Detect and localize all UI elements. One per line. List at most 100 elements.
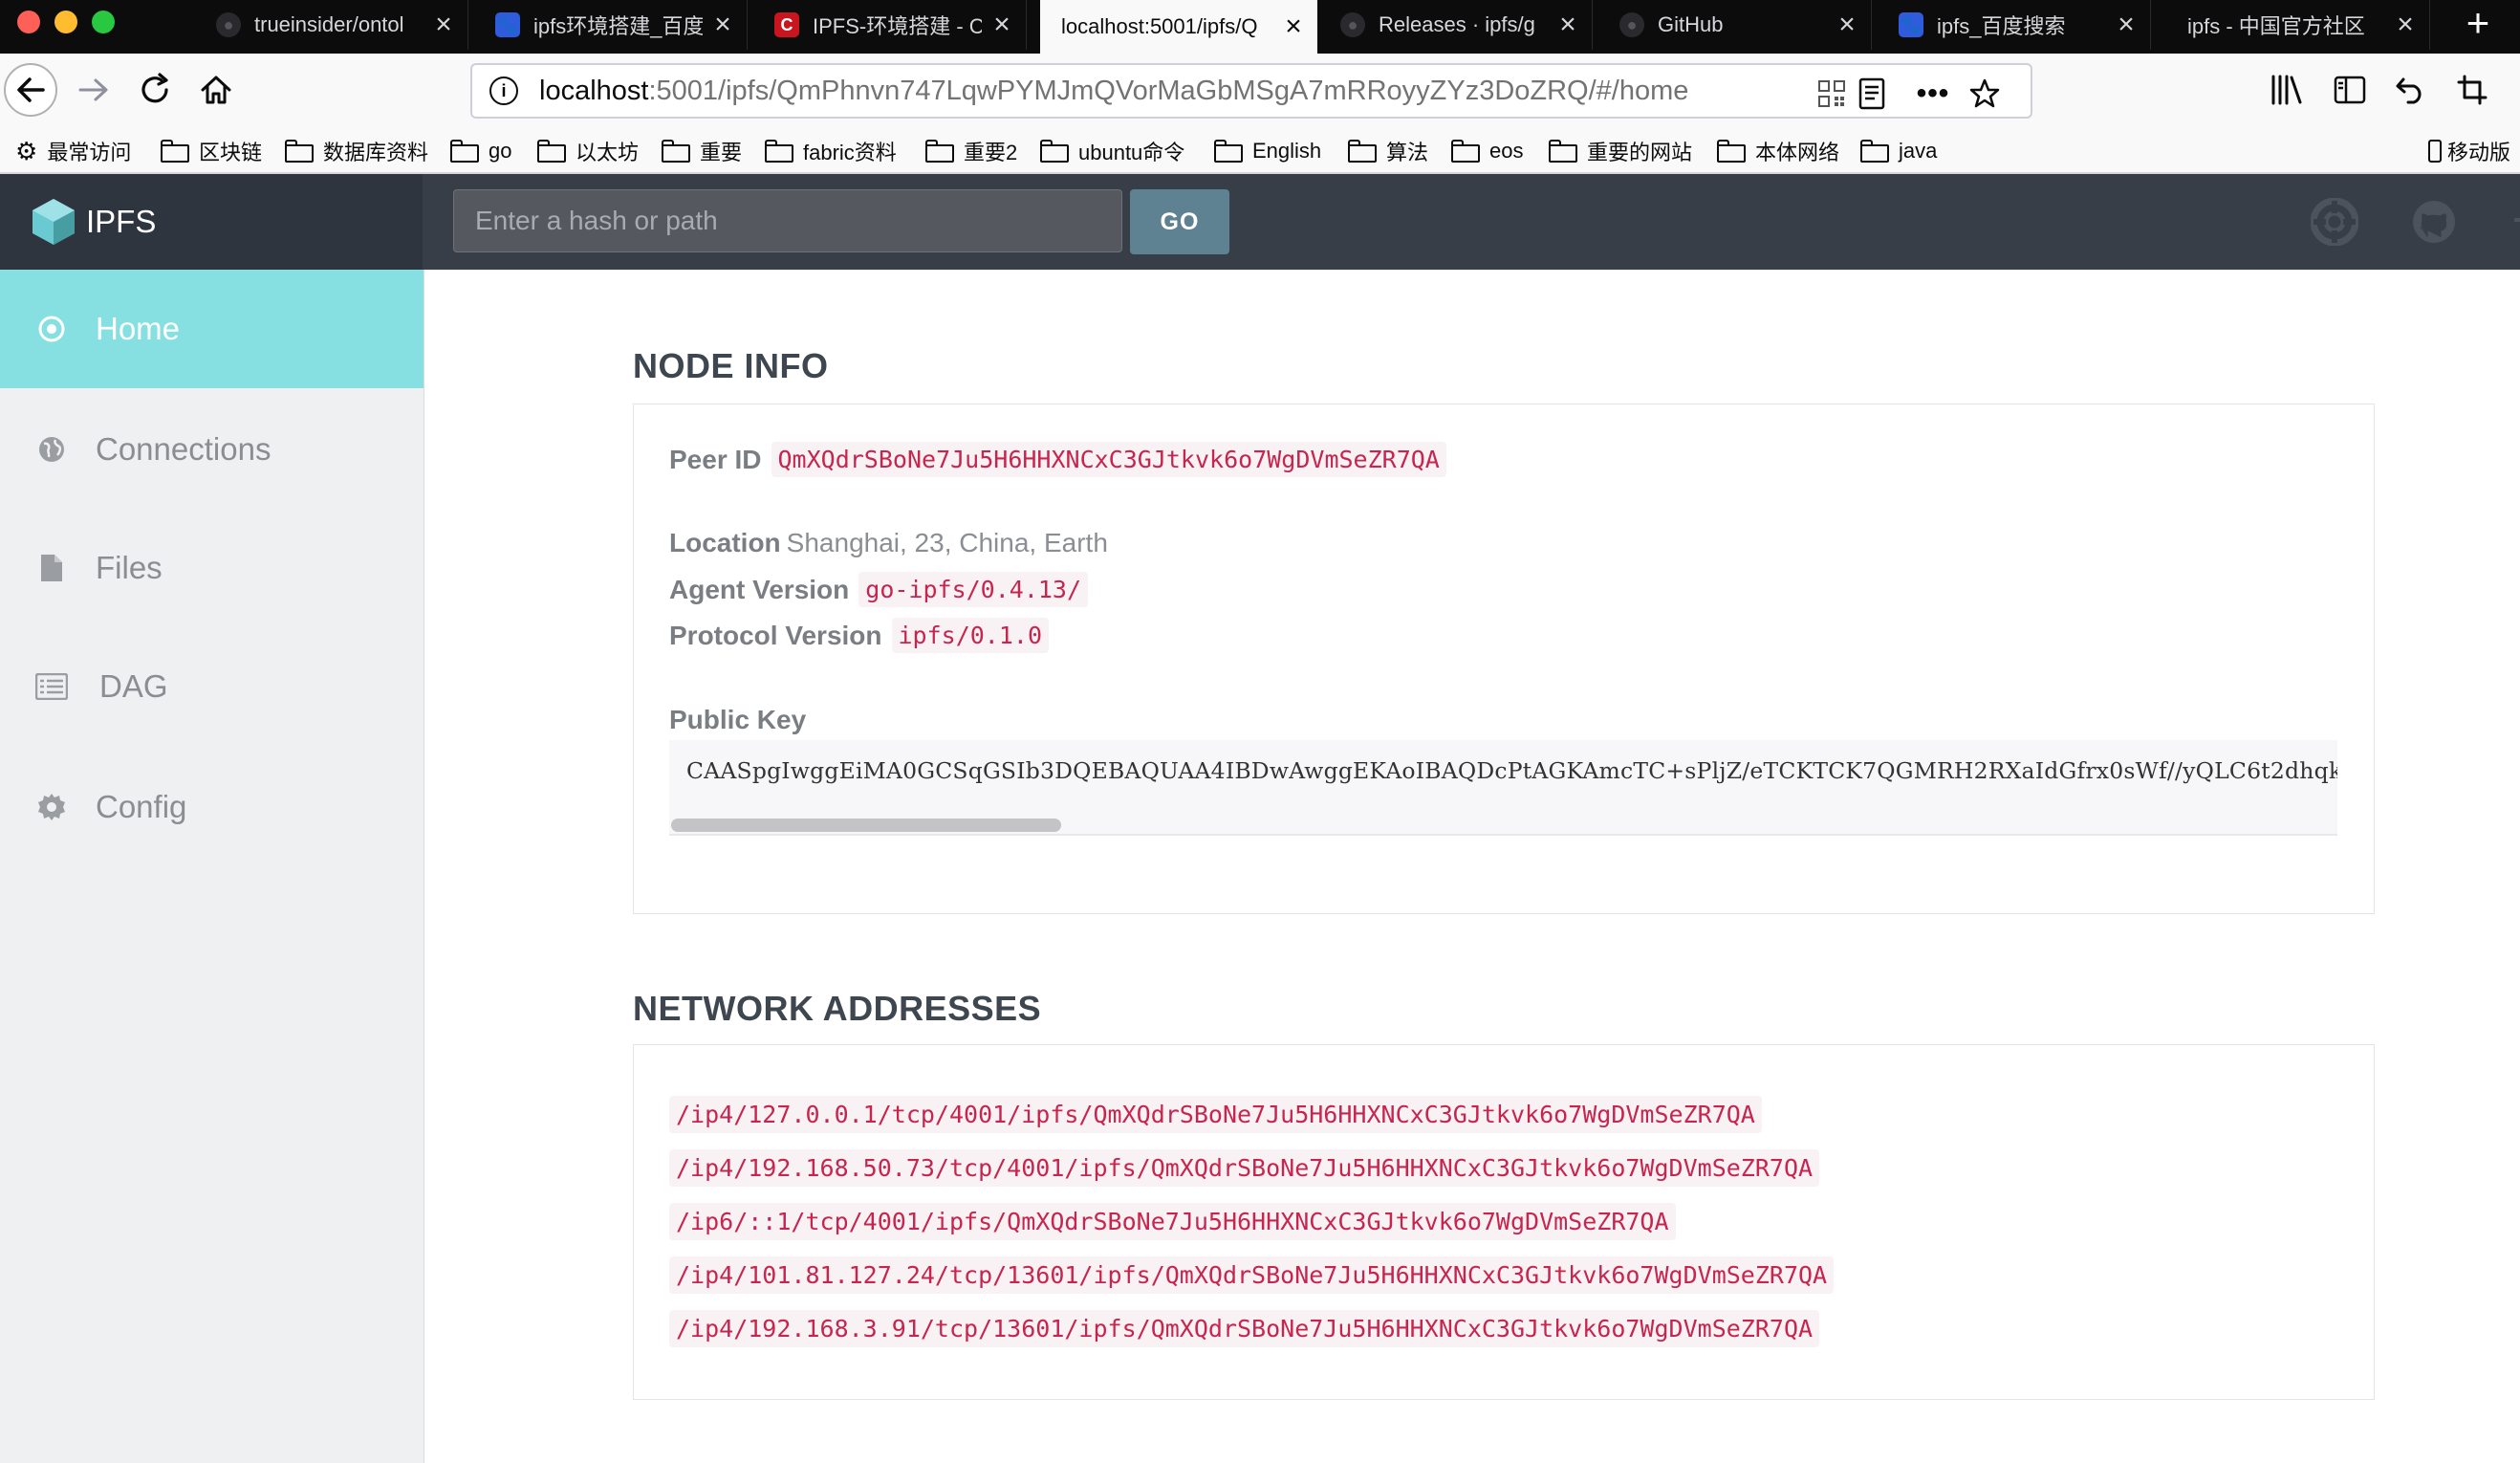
baidu-icon: 🐾 <box>1899 12 1923 37</box>
sidebar-item-label: DAG <box>99 668 168 704</box>
hash-path-input[interactable] <box>453 189 1122 252</box>
bookmark-folder[interactable]: 区块链 <box>161 134 262 168</box>
sidebar-item-files[interactable]: Files <box>0 509 424 627</box>
bookmark-label: go <box>489 139 512 163</box>
target-icon <box>33 310 71 348</box>
qr-code-icon[interactable] <box>1813 75 1851 113</box>
forward-arrow-icon <box>78 78 108 101</box>
bookmark-folder[interactable]: 算法 <box>1348 134 1428 168</box>
node-info-panel <box>633 404 2375 914</box>
node-info-title: NODE INFO <box>633 346 829 385</box>
url-text[interactable]: localhost:5001/ipfs/QmPhnvn747LqwPYMJmQV… <box>539 76 1688 107</box>
bookmark-folder[interactable]: 重要 <box>662 134 742 168</box>
close-icon[interactable]: × <box>1281 12 1306 41</box>
bookmark-label: 算法 <box>1386 141 1429 164</box>
gear-icon <box>33 788 71 826</box>
reader-view-icon[interactable] <box>1853 75 1891 113</box>
close-icon[interactable]: × <box>989 11 1014 39</box>
bookmark-folder[interactable]: 数据库资料 <box>285 134 428 168</box>
close-icon[interactable]: × <box>2393 11 2418 39</box>
folder-icon <box>1860 140 1889 163</box>
browser-tab-strip: ● trueinsider/ontol × 🐾 ipfs环境搭建_百度 × C … <box>0 0 2520 54</box>
protocol-version-row: Protocol Version ipfs/0.1.0 <box>669 618 1050 653</box>
library-button[interactable] <box>2258 61 2315 119</box>
url-path: :5001/ipfs/QmPhnvn747LqwPYMJmQVorMaGbMSg… <box>648 75 1689 106</box>
header-overflow-indicator <box>2514 218 2520 222</box>
undo-button[interactable] <box>2382 61 2440 119</box>
folder-icon <box>765 140 793 163</box>
sidebar-item-home[interactable]: Home <box>0 270 424 388</box>
tab-label: trueinsider/ontol <box>254 12 404 36</box>
close-icon[interactable]: × <box>431 11 456 39</box>
horizontal-scrollbar[interactable] <box>671 819 1061 832</box>
sidebar-item-config[interactable]: Config <box>0 748 424 866</box>
new-tab-button[interactable]: + <box>2449 2 2507 48</box>
browser-tab[interactable]: ipfs - 中国官方社区 × <box>2164 0 2430 50</box>
browser-tab[interactable]: 🐾 ipfs_百度搜索 × <box>1885 0 2151 50</box>
bookmark-folder[interactable]: go <box>450 134 511 168</box>
sidebar-item-label: Connections <box>96 431 272 467</box>
forward-button[interactable] <box>65 61 122 119</box>
bookmark-folder[interactable]: ubuntu命令 <box>1040 134 1184 168</box>
bookmark-label: 重要 <box>700 141 743 164</box>
peer-id-label: Peer ID <box>669 444 762 474</box>
browser-toolbar: i localhost:5001/ipfs/QmPhnvn747LqwPYMJm… <box>0 54 2520 130</box>
browser-tab[interactable]: C IPFS-环境搭建 - C × <box>761 0 1027 50</box>
browser-tab-active[interactable]: localhost:5001/ipfs/Q × <box>1040 0 1317 54</box>
ipfs-logo[interactable]: IPFS <box>0 174 423 270</box>
peer-id-value: QmXQdrSBoNe7Ju5H6HHXNCxC3GJtkvk6o7WgDVmS… <box>771 442 1446 477</box>
tab-label: ipfs_百度搜索 <box>1937 14 2066 38</box>
browser-tab[interactable]: ● GitHub × <box>1606 0 1872 50</box>
sidebar-item-dag[interactable]: DAG <box>0 627 424 746</box>
screenshot-button[interactable] <box>2444 61 2501 119</box>
bookmark-folder[interactable]: 以太坊 <box>537 134 639 168</box>
browser-tab[interactable]: 🐾 ipfs环境搭建_百度 × <box>482 0 748 50</box>
sidebar-toggle-button[interactable] <box>2321 61 2379 119</box>
page-actions-icon[interactable]: ••• <box>1914 75 1952 113</box>
bookmark-most-visited[interactable]: ⚙ 最常访问 <box>15 134 131 168</box>
bookmark-folder[interactable]: 本体网络 <box>1717 134 1839 168</box>
sidebar-item-connections[interactable]: Connections <box>0 390 424 509</box>
bookmark-folder[interactable]: eos <box>1451 134 1523 168</box>
back-button[interactable] <box>2 61 59 119</box>
zoom-window-button[interactable] <box>92 11 115 33</box>
go-button[interactable]: GO <box>1130 189 1229 254</box>
mobile-bookmarks[interactable]: 移动版 <box>2428 134 2510 168</box>
folder-icon <box>1451 140 1480 163</box>
bookmark-star-icon[interactable] <box>1966 75 2004 113</box>
reload-button[interactable] <box>126 61 184 119</box>
github-icon: ● <box>1340 12 1365 37</box>
github-icon[interactable] <box>2409 197 2459 247</box>
browser-tab[interactable]: ● trueinsider/ontol × <box>203 0 468 50</box>
close-icon[interactable]: × <box>1555 11 1580 39</box>
bookmark-label: 区块链 <box>199 141 263 164</box>
bookmark-folder[interactable]: java <box>1860 134 1937 168</box>
bookmark-label: java <box>1899 139 1938 163</box>
brand-name: IPFS <box>86 204 157 239</box>
sidebar-item-label: Config <box>96 789 187 824</box>
site-info-icon[interactable]: i <box>489 76 518 105</box>
close-window-button[interactable] <box>17 11 40 33</box>
ipfs-cube-icon <box>33 199 75 245</box>
browser-tab[interactable]: ● Releases · ipfs/g × <box>1327 0 1593 50</box>
network-address: /ip4/192.168.50.73/tcp/4001/ipfs/QmXQdrS… <box>669 1149 1820 1187</box>
url-bar[interactable]: i localhost:5001/ipfs/QmPhnvn747LqwPYMJm… <box>470 63 2032 119</box>
bookmark-folder[interactable]: 重要的网站 <box>1549 134 1692 168</box>
bookmark-folder[interactable]: English <box>1214 134 1321 168</box>
close-icon[interactable]: × <box>2114 11 2139 39</box>
tab-label: localhost:5001/ipfs/Q <box>1061 14 1258 38</box>
bookmark-folder[interactable]: fabric资料 <box>765 134 897 168</box>
close-icon[interactable]: × <box>710 11 735 39</box>
support-icon[interactable] <box>2310 197 2359 247</box>
folder-icon <box>1214 140 1243 163</box>
close-icon[interactable]: × <box>1835 11 1859 39</box>
list-icon <box>33 667 71 706</box>
minimize-window-button[interactable] <box>54 11 77 33</box>
app-header: IPFS GO <box>0 174 2520 270</box>
undo-icon <box>2396 77 2422 104</box>
network-addresses-title: NETWORK ADDRESSES <box>633 989 1042 1028</box>
bookmark-folder[interactable]: 重要2 <box>925 134 1017 168</box>
home-button[interactable] <box>187 61 245 119</box>
bookmark-label: fabric资料 <box>803 141 897 164</box>
folder-icon <box>925 140 954 163</box>
